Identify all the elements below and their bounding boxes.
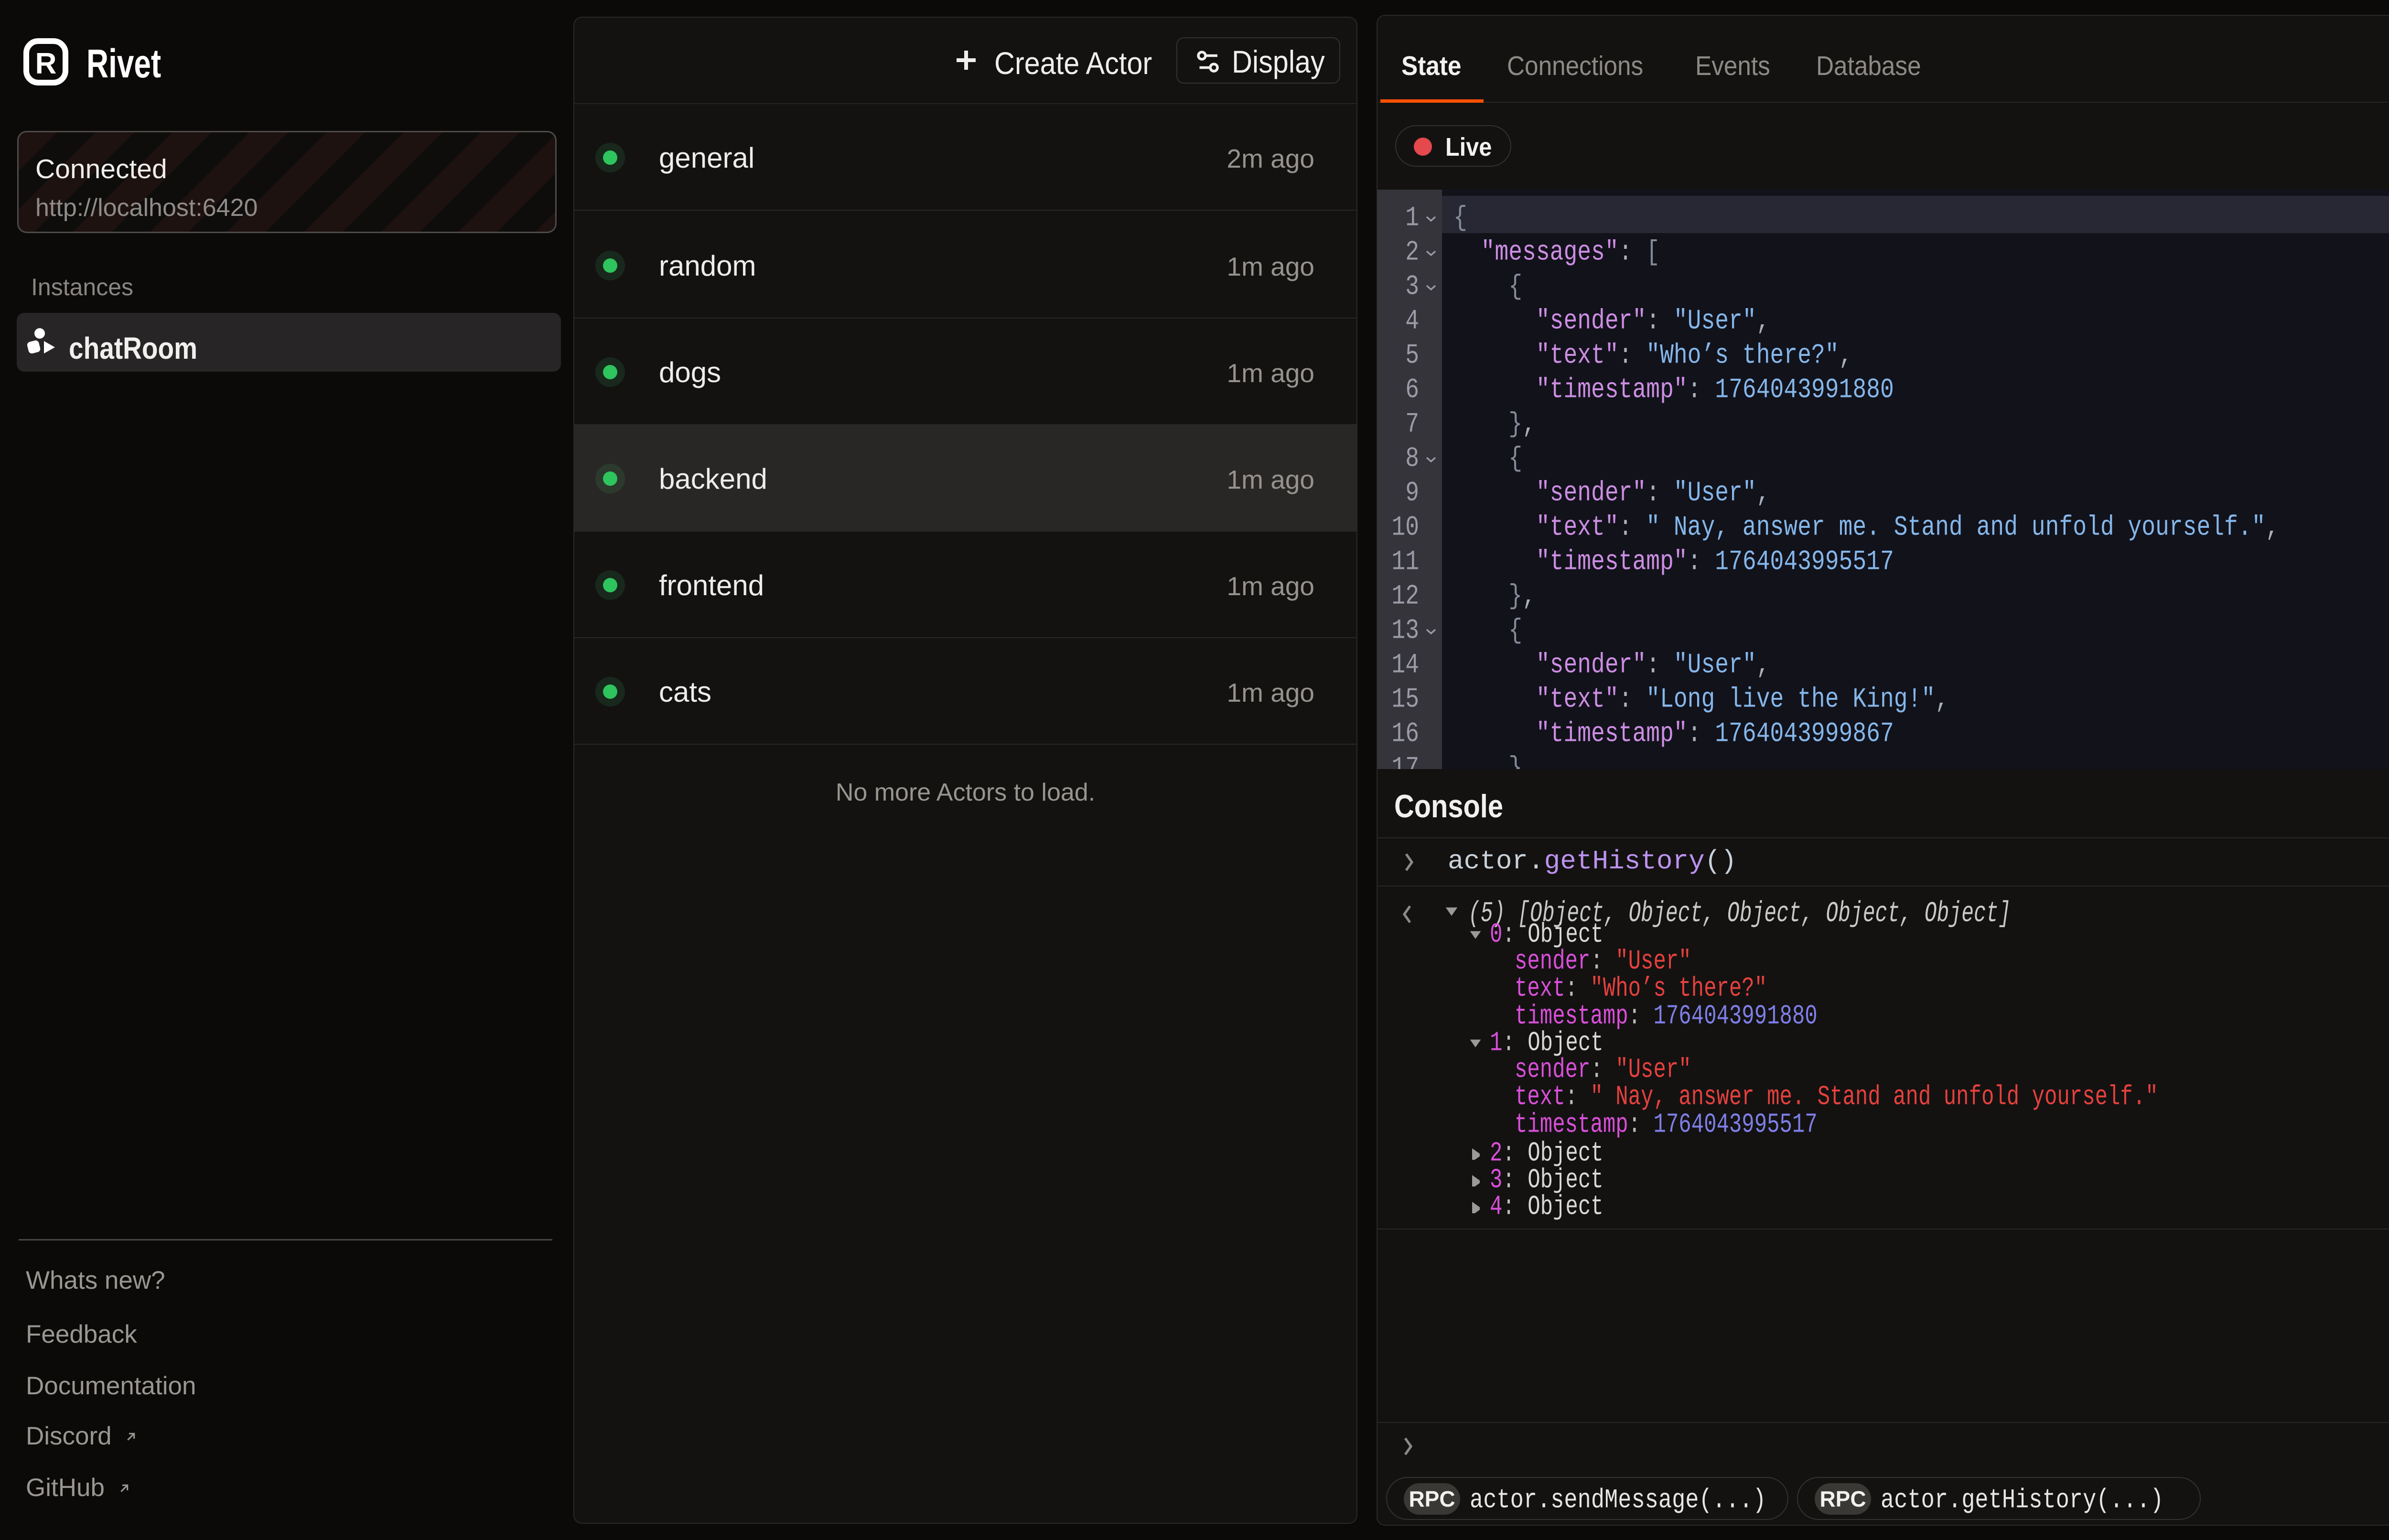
svg-text:R: R xyxy=(35,47,57,80)
